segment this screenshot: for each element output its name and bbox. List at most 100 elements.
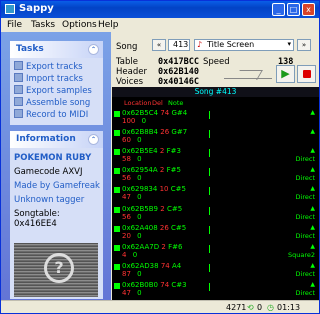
track-del: 74 (160, 261, 170, 270)
track-del: 26 (159, 223, 169, 232)
track-checkbox[interactable] (114, 111, 120, 117)
collapse-chevron-icon[interactable]: ⌃ (88, 44, 99, 55)
samples-icon (14, 85, 23, 94)
track-row[interactable]: 0x62AD38 74 A4 87 0 ▲ Direct (112, 262, 319, 280)
collapse-chevron-icon[interactable]: ⌃ (88, 134, 99, 145)
speed-slider[interactable] (224, 68, 272, 82)
task-import-tracks[interactable]: Import tracks (14, 73, 83, 84)
track-note: F#6 (168, 242, 183, 251)
song-label: Song (116, 42, 138, 52)
song-name-select[interactable]: Title Screen ▾ ♪ (194, 39, 294, 51)
track-location: 0x62AA7D (122, 242, 160, 251)
track-expand-icon[interactable]: ▲ (310, 224, 315, 231)
stop-button[interactable] (297, 65, 316, 83)
clock-icon: ◷ (267, 303, 274, 312)
track-list-title: Song #413 (112, 87, 319, 97)
voices-value: 0x40146C (158, 77, 199, 87)
play-button[interactable]: ▶ (276, 65, 295, 83)
minimize-button[interactable]: _ (272, 3, 285, 16)
track-row[interactable]: 0x62954A 2 F#5 56 0 ▲ Direct (112, 166, 319, 184)
track-row[interactable]: 0x62B5C4 74 G#4 100 0 ▲ (112, 109, 319, 127)
track-expand-icon[interactable]: ▲ (310, 109, 315, 116)
track-checkbox[interactable] (114, 282, 120, 289)
track-location: 0x629834 (122, 185, 158, 194)
track-n2: 0 (137, 288, 142, 297)
task-export-samples[interactable]: Export samples (14, 85, 92, 96)
track-n1: 60 (122, 136, 131, 145)
menu-help[interactable]: Help (98, 20, 119, 30)
stop-icon (302, 70, 311, 78)
track-expand-icon[interactable]: ▲ (310, 166, 315, 173)
menu-file[interactable]: File (7, 20, 22, 30)
track-position-marker (209, 244, 210, 253)
track-del: 74 (160, 280, 170, 289)
track-n1: 56 (122, 174, 131, 183)
track-location: 0x62B8B4 (122, 128, 159, 137)
information-panel-header[interactable]: Information ⌃ (10, 131, 103, 148)
track-position-marker (209, 225, 210, 234)
game-title: POKEMON RUBY (14, 153, 92, 163)
track-n2: 0 (141, 117, 147, 125)
track-del: 26 (160, 128, 170, 137)
track-row[interactable]: 0x62AA7D 2 F#6 4 0 ▲ Square2 (112, 243, 319, 261)
track-expand-icon[interactable]: ▲ (310, 185, 315, 192)
track-checkbox[interactable] (114, 225, 120, 232)
track-checkbox[interactable] (114, 168, 120, 175)
tagger: Unknown tagger (14, 195, 85, 205)
menu-tasks[interactable]: Tasks (31, 20, 55, 30)
close-button[interactable]: x (302, 3, 315, 16)
tasks-panel: Tasks ⌃ Export tracks Import tracks Expo… (10, 41, 103, 125)
task-assemble-song[interactable]: Assemble song (14, 97, 90, 108)
track-row[interactable]: 0x62B0B0 74 C#3 47 0 ▲ Direct (112, 281, 319, 299)
track-n2: 0 (137, 174, 142, 183)
track-position-marker (209, 282, 210, 291)
track-position-marker (209, 111, 210, 119)
track-instrument: Direct (295, 155, 315, 164)
track-list: Song #413 Location Del Note 0x62B5C4 74 … (112, 87, 319, 300)
window-title: Sappy (19, 3, 54, 14)
track-location: 0x62B0B0 (122, 280, 159, 289)
header-label: Header (116, 67, 147, 77)
track-n1: 20 (122, 231, 131, 240)
next-song-button[interactable]: » (297, 39, 311, 51)
track-del: 2 (160, 204, 165, 213)
track-checkbox[interactable] (114, 263, 120, 270)
track-note: C#3 (171, 280, 187, 289)
track-expand-icon[interactable]: ▲ (310, 205, 315, 212)
track-checkbox[interactable] (114, 149, 120, 156)
track-instrument: Direct (295, 288, 315, 297)
menu-options[interactable]: Options (62, 20, 97, 30)
track-row[interactable]: 0x629834 10 C#5 47 0 ▲ Direct (112, 185, 319, 203)
track-instrument: Direct (295, 212, 315, 221)
task-sidebar: Tasks ⌃ Export tracks Import tracks Expo… (1, 32, 111, 300)
track-del: 2 (159, 166, 165, 175)
track-checkbox[interactable] (114, 187, 120, 194)
track-checkbox[interactable] (114, 130, 120, 137)
track-expand-icon[interactable]: ▲ (310, 262, 315, 269)
prev-song-button[interactable]: « (152, 39, 166, 51)
game-image-placeholder: ? (14, 243, 98, 297)
information-panel-title: Information (16, 134, 76, 144)
track-location: 0x62B5B9 (122, 204, 159, 213)
track-n1: 4 (122, 250, 127, 259)
track-checkbox[interactable] (114, 244, 120, 251)
question-mark-icon: ? (44, 253, 74, 283)
task-record-midi[interactable]: Record to MIDI (14, 109, 88, 120)
track-row[interactable]: 0x62A408 26 C#5 20 0 ▲ Direct (112, 224, 319, 242)
track-del: 2 (159, 147, 165, 156)
track-del: 10 (159, 185, 169, 194)
track-row[interactable]: 0x62B8B4 26 G#7 60 0 ▲ (112, 128, 319, 146)
track-position-marker (209, 168, 210, 177)
task-export-tracks[interactable]: Export tracks (14, 61, 83, 72)
track-expand-icon[interactable]: ▲ (310, 281, 315, 288)
track-location: 0x62A408 (122, 223, 158, 232)
track-expand-icon[interactable]: ▲ (310, 147, 315, 154)
track-row[interactable]: 0x62B5E4 2 F#3 58 0 ▲ Direct (112, 147, 319, 165)
track-expand-icon[interactable]: ▲ (310, 243, 315, 250)
tasks-panel-header[interactable]: Tasks ⌃ (10, 41, 103, 58)
track-expand-icon[interactable]: ▲ (310, 128, 315, 135)
track-checkbox[interactable] (114, 206, 120, 213)
song-number-input[interactable]: 413 (168, 39, 190, 51)
maximize-button[interactable]: □ (287, 3, 300, 16)
track-row[interactable]: 0x62B5B9 2 C#5 56 0 ▲ Direct (112, 205, 319, 223)
